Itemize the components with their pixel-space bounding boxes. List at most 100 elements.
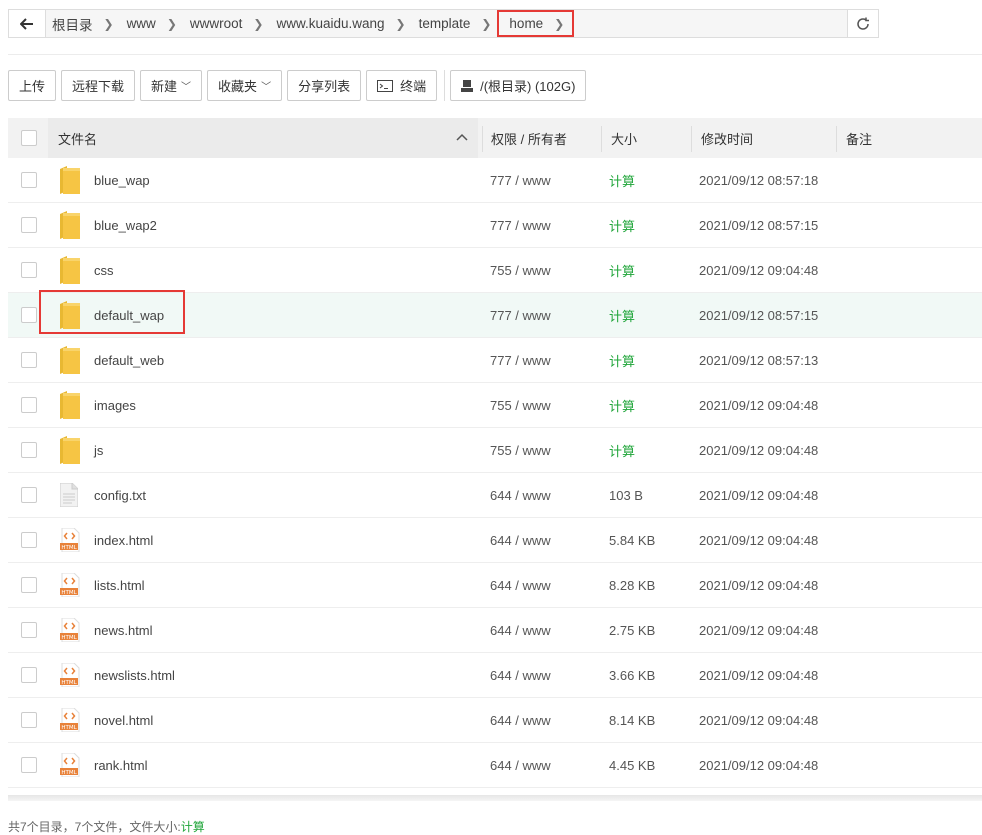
file-permission[interactable]: 644 / www — [490, 698, 551, 742]
disk-button[interactable]: /(根目录) (102G) — [450, 70, 587, 101]
table-row[interactable]: HTML index.html 644 / www 5.84 KB 2021/09/12… — [8, 518, 982, 563]
file-permission[interactable]: 755 / www — [490, 428, 551, 472]
table-row[interactable]: HTML novel.html 644 / www 8.14 KB 2021/09/12… — [8, 698, 982, 743]
file-name[interactable]: novel.html — [94, 698, 153, 742]
calculate-total-link[interactable]: 计算 — [181, 820, 205, 834]
file-name[interactable]: rank.html — [94, 743, 147, 787]
file-modified-time: 2021/09/12 09:04:48 — [699, 757, 819, 773]
breadcrumb-item-site[interactable]: www.kuaidu.wang ❯ — [269, 10, 411, 37]
column-header-name[interactable]: 文件名 — [48, 118, 478, 158]
breadcrumb-item-home[interactable]: home ❯ — [497, 10, 575, 37]
calculate-size-link[interactable]: 计算 — [609, 293, 635, 337]
row-checkbox[interactable] — [21, 442, 37, 458]
file-name[interactable]: newslists.html — [94, 653, 175, 697]
table-row[interactable]: default_web 777 / www 计算 2021/09/12 08:57:1… — [8, 338, 982, 383]
text-file-icon — [60, 473, 78, 517]
row-checkbox[interactable] — [21, 172, 37, 188]
file-name[interactable]: default_web — [94, 338, 164, 382]
file-modified-time: 2021/09/12 08:57:18 — [699, 172, 819, 188]
refresh-button[interactable] — [847, 10, 878, 37]
table-row[interactable]: HTML newslists.html 644 / www 3.66 KB 2021/0… — [8, 653, 982, 698]
table-row[interactable]: HTML news.html 644 / www 2.75 KB 2021/09/12 … — [8, 608, 982, 653]
file-permission[interactable]: 777 / www — [490, 338, 551, 382]
file-size: 2.75 KB — [609, 622, 656, 638]
calculate-size-link[interactable]: 计算 — [609, 428, 635, 472]
breadcrumb-item-www[interactable]: www ❯ — [120, 10, 183, 37]
select-all-checkbox[interactable] — [21, 130, 37, 146]
file-name[interactable]: config.txt — [94, 473, 146, 517]
file-permission[interactable]: 755 / www — [490, 383, 551, 427]
file-size: 4.45 KB — [609, 757, 656, 773]
file-permission[interactable]: 777 / www — [490, 158, 551, 202]
refresh-icon — [857, 17, 869, 30]
table-row[interactable]: config.txt 644 / www 103 B 2021/09/12 09:04… — [8, 473, 982, 518]
row-checkbox[interactable] — [21, 622, 37, 638]
breadcrumb-item-root[interactable]: 根目录 ❯ — [45, 10, 120, 37]
table-row[interactable]: HTML lists.html 644 / www 8.28 KB 2021/09/12… — [8, 563, 982, 608]
calculate-size-link[interactable]: 计算 — [609, 338, 635, 382]
table-row[interactable]: js 755 / www 计算 2021/09/12 09:04:48 — [8, 428, 982, 473]
breadcrumb-item-template[interactable]: template ❯ — [412, 10, 492, 37]
file-name[interactable]: index.html — [94, 518, 153, 562]
html-file-icon: HTML — [60, 518, 80, 562]
table-row[interactable]: blue_wap 777 / www 计算 2021/09/12 08:57:18 — [8, 158, 982, 203]
file-size: 103 B — [609, 487, 643, 503]
column-header-modified[interactable]: 修改时间 — [701, 118, 753, 158]
file-name[interactable]: news.html — [94, 608, 153, 652]
table-row[interactable]: images 755 / www 计算 2021/09/12 09:04:48 — [8, 383, 982, 428]
row-checkbox[interactable] — [21, 352, 37, 368]
row-checkbox[interactable] — [21, 262, 37, 278]
file-name[interactable]: js — [94, 428, 103, 472]
html-file-icon: HTML — [60, 653, 80, 697]
column-header-size[interactable]: 大小 — [611, 118, 637, 158]
file-permission[interactable]: 644 / www — [490, 563, 551, 607]
calculate-size-link[interactable]: 计算 — [609, 248, 635, 292]
file-permission[interactable]: 644 / www — [490, 473, 551, 517]
file-permission[interactable]: 755 / www — [490, 248, 551, 292]
row-checkbox[interactable] — [21, 217, 37, 233]
file-modified-time: 2021/09/12 09:04:48 — [699, 532, 819, 548]
column-header-note[interactable]: 备注 — [846, 118, 872, 158]
calculate-size-link[interactable]: 计算 — [609, 383, 635, 427]
file-permission[interactable]: 644 / www — [490, 653, 551, 697]
breadcrumb-item-wwwroot[interactable]: wwwroot ❯ — [183, 10, 270, 37]
file-permission[interactable]: 777 / www — [490, 293, 551, 337]
file-permission[interactable]: 644 / www — [490, 518, 551, 562]
remote-download-button[interactable]: 远程下载 — [61, 70, 136, 101]
row-checkbox[interactable] — [21, 712, 37, 728]
chevron-right-icon: ❯ — [481, 16, 492, 31]
row-checkbox[interactable] — [21, 577, 37, 593]
new-dropdown-button[interactable]: 新建 ﹀ — [140, 70, 203, 101]
file-name[interactable]: images — [94, 383, 136, 427]
favorites-dropdown-button[interactable]: 收藏夹 ﹀ — [207, 70, 283, 101]
row-checkbox[interactable] — [21, 532, 37, 548]
row-checkbox[interactable] — [21, 757, 37, 773]
row-checkbox[interactable] — [21, 487, 37, 503]
table-row[interactable]: default_wap 777 / www 计算 2021/09/12 08:57:1… — [8, 290, 982, 338]
share-list-button[interactable]: 分享列表 — [287, 70, 362, 101]
row-checkbox[interactable] — [21, 397, 37, 413]
breadcrumb: 根目录 ❯ www ❯ wwwroot ❯ www.kuaidu.wang ❯ temp… — [45, 10, 575, 37]
upload-button[interactable]: 上传 — [8, 70, 57, 101]
file-permission[interactable]: 777 / www — [490, 203, 551, 247]
table-row[interactable]: css 755 / www 计算 2021/09/12 09:04:48 — [8, 248, 982, 293]
file-name[interactable]: css — [94, 248, 114, 292]
file-permission[interactable]: 644 / www — [490, 743, 551, 787]
table-row[interactable]: blue_wap2 777 / www 计算 2021/09/12 08:57:15 — [8, 203, 982, 248]
row-checkbox[interactable] — [21, 667, 37, 683]
table-row[interactable]: HTML rank.html 644 / www 4.45 KB 2021/09/12 … — [8, 743, 982, 788]
file-name[interactable]: blue_wap — [94, 158, 150, 202]
row-checkbox[interactable] — [21, 307, 37, 323]
file-name[interactable]: default_wap — [94, 293, 164, 337]
folder-icon — [60, 158, 80, 202]
calculate-size-link[interactable]: 计算 — [609, 203, 635, 247]
column-header-permission[interactable]: 权限 / 所有者 — [491, 118, 567, 158]
chevron-right-icon: ❯ — [166, 16, 177, 31]
file-size: 8.28 KB — [609, 577, 656, 593]
file-name[interactable]: blue_wap2 — [94, 203, 157, 247]
terminal-button[interactable]: 终端 — [366, 70, 438, 101]
file-name[interactable]: lists.html — [94, 563, 145, 607]
file-permission[interactable]: 644 / www — [490, 608, 551, 652]
calculate-size-link[interactable]: 计算 — [609, 158, 635, 202]
back-button[interactable] — [9, 10, 46, 37]
